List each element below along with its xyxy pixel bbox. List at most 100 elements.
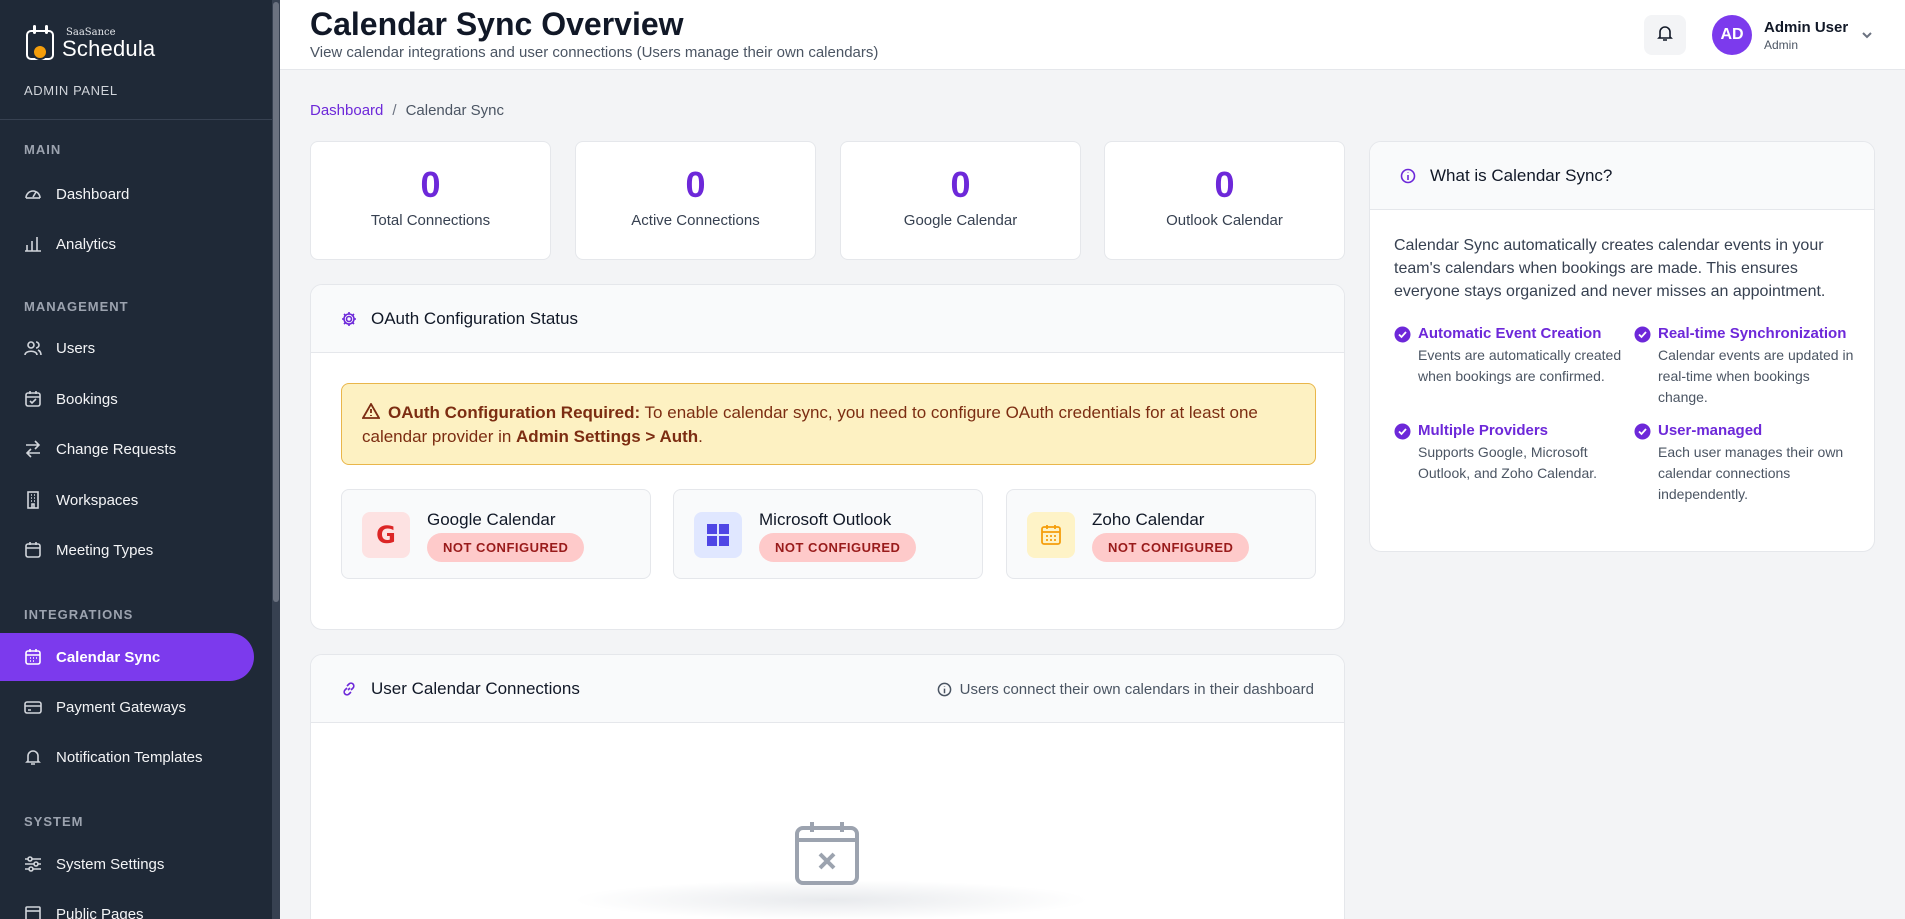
notifications-button[interactable]: [1644, 15, 1686, 55]
sidebar-item-label: Notification Templates: [56, 749, 202, 766]
check-circle-icon: [1634, 326, 1651, 343]
oauth-status-card: OAuth Configuration Status OAuth Configu…: [310, 284, 1345, 630]
sidebar-item-label: Calendar Sync: [56, 649, 160, 666]
provider-name: Microsoft Outlook: [759, 510, 891, 530]
top-header: Calendar Sync Overview View calendar int…: [280, 0, 1905, 70]
sidebar-item-notification-templates[interactable]: Notification Templates: [0, 733, 254, 781]
feature-desc: Calendar events are updated in real-time…: [1658, 345, 1854, 408]
stat-card-outlook-calendar: 0 Outlook Calendar: [1104, 141, 1345, 260]
sidebar-item-bookings[interactable]: Bookings: [0, 375, 254, 423]
building-icon: [24, 491, 42, 509]
admin-panel-label: ADMIN PANEL: [24, 83, 118, 98]
sidebar-item-analytics[interactable]: Analytics: [0, 220, 254, 268]
user-connections-card: User Calendar Connections Users connect …: [310, 654, 1345, 919]
breadcrumb-current: Calendar Sync: [406, 102, 504, 119]
sidebar-item-payment-gateways[interactable]: Payment Gateways: [0, 683, 254, 731]
feature-title: Automatic Event Creation: [1418, 325, 1634, 342]
calendar-logo-icon: [24, 24, 60, 64]
status-badge: NOT CONFIGURED: [427, 533, 584, 562]
provider-name: Google Calendar: [427, 510, 556, 530]
status-badge: NOT CONFIGURED: [759, 533, 916, 562]
sidebar-item-meeting-types[interactable]: Meeting Types: [0, 526, 254, 574]
feature-title: Multiple Providers: [1418, 422, 1634, 439]
scrollbar-thumb[interactable]: [273, 2, 279, 602]
card-title: What is Calendar Sync?: [1430, 166, 1612, 186]
stat-value: 0: [576, 164, 815, 206]
stat-card-google-calendar: 0 Google Calendar: [840, 141, 1081, 260]
gauge-icon: [24, 185, 42, 203]
sidebar-item-dashboard[interactable]: Dashboard: [0, 170, 254, 218]
info-icon: [1400, 168, 1416, 184]
check-circle-icon: [1394, 423, 1411, 440]
sidebar-item-label: Payment Gateways: [56, 699, 186, 716]
alert-heading: OAuth Configuration Required:: [388, 403, 640, 422]
sidebar-item-workspaces[interactable]: Workspaces: [0, 476, 254, 524]
provider-name: Zoho Calendar: [1092, 510, 1204, 530]
sidebar-item-label: Workspaces: [56, 492, 138, 509]
section-main: MAIN: [24, 142, 61, 157]
user-name: Admin User: [1764, 19, 1848, 36]
stat-label: Active Connections: [576, 212, 815, 229]
users-icon: [24, 339, 42, 357]
swap-arrows-icon: [24, 440, 42, 458]
card-header: What is Calendar Sync?: [1370, 142, 1874, 210]
sidebar: SaaSance Schedula ADMIN PANEL MAIN Dashb…: [0, 0, 280, 919]
warning-icon: [362, 402, 380, 418]
user-role: Admin: [1764, 38, 1848, 52]
sliders-icon: [24, 855, 42, 873]
section-integrations: INTEGRATIONS: [24, 607, 133, 622]
sidebar-item-calendar-sync[interactable]: Calendar Sync: [0, 633, 254, 681]
calendar-grid-icon: [24, 648, 42, 666]
credit-card-icon: [24, 698, 42, 716]
sidebar-item-label: Change Requests: [56, 441, 176, 458]
chevron-down-icon: [1860, 28, 1874, 42]
check-circle-icon: [1394, 326, 1411, 343]
check-circle-icon: [1634, 423, 1651, 440]
sidebar-item-public-pages[interactable]: Public Pages: [0, 890, 254, 919]
card-title: User Calendar Connections: [371, 679, 580, 699]
sidebar-item-label: Dashboard: [56, 186, 129, 203]
feature-item: Automatic Event Creation Events are autom…: [1394, 325, 1634, 408]
feature-desc: Events are automatically created when bo…: [1418, 345, 1634, 387]
stat-value: 0: [1105, 164, 1344, 206]
feature-title: User-managed: [1658, 422, 1854, 439]
bell-icon: [24, 748, 42, 766]
sidebar-scrollbar[interactable]: [272, 0, 280, 919]
sidebar-item-system-settings[interactable]: System Settings: [0, 840, 254, 888]
gear-icon: [341, 311, 357, 327]
calendar-sync-info-card: What is Calendar Sync? Calendar Sync aut…: [1369, 141, 1875, 552]
card-header: OAuth Configuration Status: [311, 285, 1344, 353]
breadcrumb-separator: /: [392, 102, 396, 119]
note-text: Users connect their own calendars in the…: [960, 681, 1314, 698]
sidebar-item-label: System Settings: [56, 856, 164, 873]
sidebar-item-users[interactable]: Users: [0, 324, 254, 372]
brand-logo[interactable]: SaaSance Schedula: [24, 24, 155, 64]
user-menu[interactable]: AD Admin User Admin: [1712, 15, 1874, 55]
sidebar-item-change-requests[interactable]: Change Requests: [0, 425, 254, 473]
info-icon: [937, 682, 952, 697]
stat-value: 0: [841, 164, 1080, 206]
feature-desc: Supports Google, Microsoft Outlook, and …: [1418, 442, 1634, 484]
sidebar-item-label: Meeting Types: [56, 542, 153, 559]
bell-icon: [1656, 24, 1674, 47]
sidebar-divider: [0, 119, 272, 120]
stat-label: Google Calendar: [841, 212, 1080, 229]
breadcrumb-dashboard-link[interactable]: Dashboard: [310, 102, 383, 119]
status-badge: NOT CONFIGURED: [1092, 533, 1249, 562]
sidebar-item-label: Public Pages: [56, 906, 144, 919]
page-title: Calendar Sync Overview: [310, 6, 684, 43]
oauth-warning-alert: OAuth Configuration Required: To enable …: [341, 383, 1316, 465]
bar-chart-icon: [24, 235, 42, 253]
feature-desc: Each user manages their own calendar con…: [1658, 442, 1854, 505]
feature-title: Real-time Synchronization: [1658, 325, 1854, 342]
stat-label: Total Connections: [311, 212, 550, 229]
calendar-icon: [24, 541, 42, 559]
provider-card-microsoft: Microsoft Outlook NOT CONFIGURED: [673, 489, 983, 579]
page-subtitle: View calendar integrations and user conn…: [310, 44, 878, 61]
card-header: User Calendar Connections Users connect …: [311, 655, 1344, 723]
sidebar-item-label: Users: [56, 340, 95, 357]
provider-card-zoho: Zoho Calendar NOT CONFIGURED: [1006, 489, 1316, 579]
breadcrumb: Dashboard / Calendar Sync: [310, 102, 504, 119]
stat-label: Outlook Calendar: [1105, 212, 1344, 229]
avatar: AD: [1712, 15, 1752, 55]
